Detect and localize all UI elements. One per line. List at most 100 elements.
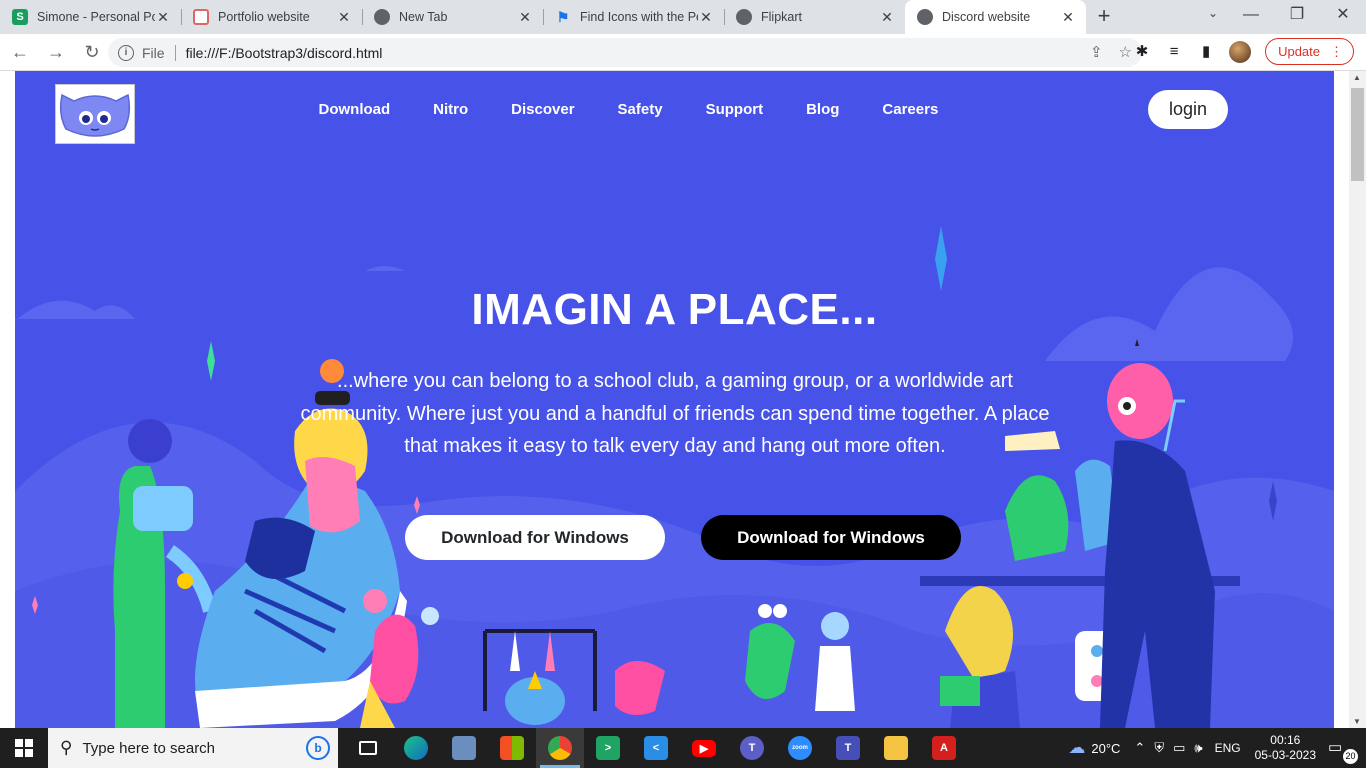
nav-safety[interactable]: Safety	[618, 101, 663, 118]
more-menu-icon[interactable]: ⋮	[1330, 44, 1343, 60]
acrobat-icon: A	[932, 736, 956, 760]
defender-icon[interactable]: ⛨	[1154, 740, 1164, 756]
update-button[interactable]: Update ⋮	[1265, 38, 1354, 65]
scroll-up-icon[interactable]: ▲	[1353, 73, 1361, 82]
file-explorer-button[interactable]	[872, 728, 920, 768]
clock[interactable]: 00:16 05-03-2023	[1255, 733, 1316, 763]
weather-widget[interactable]: ☁ 20°C	[1068, 738, 1120, 758]
notification-icon: ▭	[1328, 739, 1343, 756]
start-button[interactable]	[0, 728, 48, 768]
url-text[interactable]: file:///F:/Bootstrap3/discord.html	[186, 45, 383, 61]
download-windows-dark-button[interactable]: Download for Windows	[701, 515, 961, 560]
teams-button[interactable]: T	[728, 728, 776, 768]
nav-blog[interactable]: Blog	[806, 101, 839, 118]
vscode-icon: <	[644, 736, 668, 760]
share-icon[interactable]: ⇪	[1090, 43, 1103, 61]
discord-logo[interactable]	[55, 84, 135, 144]
info-icon[interactable]: i	[118, 44, 134, 61]
tab-title: Find Icons with the Pe	[580, 10, 698, 24]
nav-support[interactable]: Support	[706, 101, 764, 118]
vs-icon: >	[596, 736, 620, 760]
chrome-button[interactable]	[536, 728, 584, 768]
task-view-icon	[359, 741, 377, 755]
tab-find-icons[interactable]: ⚑ Find Icons with the Pe ✕	[543, 0, 724, 34]
close-icon[interactable]: ✕	[155, 9, 171, 25]
clock-date: 05-03-2023	[1254, 748, 1316, 762]
youtube-icon: ▶	[692, 739, 716, 757]
edge-button[interactable]	[392, 728, 440, 768]
address-bar[interactable]: i File file:///F:/Bootstrap3/discord.htm…	[108, 38, 1142, 67]
update-label: Update	[1278, 44, 1320, 59]
taskbar-search[interactable]: ⚲ Type here to search b	[48, 728, 338, 768]
restore-icon[interactable]: ❐	[1274, 0, 1320, 32]
close-icon[interactable]: ✕	[1060, 9, 1076, 25]
weather-temp: 20°C	[1091, 740, 1121, 756]
clock-time: 00:16	[1270, 733, 1301, 747]
minimize-icon[interactable]: —	[1228, 0, 1274, 32]
bookmark-star-icon[interactable]: ☆	[1119, 43, 1132, 61]
vscode-button[interactable]: <	[632, 728, 680, 768]
visual-studio-button[interactable]: >	[584, 728, 632, 768]
tab-flipkart[interactable]: Flipkart ✕	[724, 0, 905, 34]
login-button[interactable]: login	[1148, 90, 1228, 129]
chevron-up-icon[interactable]: ⌃	[1134, 740, 1145, 756]
forward-icon[interactable]: →	[40, 37, 72, 67]
window-controls: — ❐ ✕	[1228, 0, 1366, 32]
teams-icon: T	[740, 736, 764, 760]
teams-work-button[interactable]: T	[824, 728, 872, 768]
zoom-button[interactable]: zoom	[776, 728, 824, 768]
tab-new-tab[interactable]: New Tab ✕	[362, 0, 543, 34]
page-scrollbar[interactable]: ▲ ▼	[1349, 71, 1366, 728]
windows-taskbar: ⚲ Type here to search b > < ▶ T zoom T A…	[0, 728, 1366, 768]
close-window-icon[interactable]: ✕	[1320, 0, 1366, 32]
tab-title: Portfolio website	[218, 10, 310, 24]
download-windows-button[interactable]: Download for Windows	[405, 515, 665, 560]
explorer-icon	[884, 736, 908, 760]
language-indicator[interactable]: ENG	[1215, 741, 1241, 755]
back-icon[interactable]: ←	[4, 37, 36, 67]
file-icon	[452, 736, 476, 760]
new-tab-button[interactable]: +	[1086, 0, 1122, 34]
file-app-button[interactable]	[440, 728, 488, 768]
side-panel-icon[interactable]: ▮	[1197, 43, 1215, 61]
divider	[174, 44, 176, 61]
tab-title: Simone - Personal Por	[37, 10, 155, 24]
portfolio-icon	[193, 9, 209, 25]
close-icon[interactable]: ✕	[517, 9, 533, 25]
battery-icon[interactable]: ▭	[1173, 740, 1185, 756]
hero-section: Download Nitro Discover Safety Support B…	[15, 71, 1334, 728]
bing-icon[interactable]: b	[306, 736, 330, 760]
task-view-button[interactable]	[344, 728, 392, 768]
close-icon[interactable]: ✕	[698, 9, 714, 25]
nav-nitro[interactable]: Nitro	[433, 101, 468, 118]
tab-discord[interactable]: Discord website ✕	[905, 0, 1086, 34]
notification-count: 20	[1343, 749, 1358, 764]
extensions-icon[interactable]: ✱	[1133, 43, 1151, 61]
reload-icon[interactable]: ↻	[76, 37, 108, 67]
tab-simone[interactable]: S Simone - Personal Por ✕	[0, 0, 181, 34]
youtube-button[interactable]: ▶	[680, 728, 728, 768]
main-nav: Download Nitro Discover Safety Support B…	[297, 101, 960, 118]
tab-portfolio[interactable]: Portfolio website ✕	[181, 0, 362, 34]
profile-avatar[interactable]	[1229, 40, 1252, 63]
nav-download[interactable]: Download	[319, 101, 391, 118]
media-icon[interactable]: ≡	[1165, 43, 1183, 61]
nav-discover[interactable]: Discover	[511, 101, 574, 118]
windows-icon	[15, 739, 33, 757]
scheme-label: File	[142, 44, 165, 61]
close-icon[interactable]: ✕	[336, 9, 352, 25]
volume-icon[interactable]: 🕪	[1194, 740, 1202, 756]
tab-search-icon[interactable]: ⌄	[1208, 6, 1218, 20]
chrome-icon	[548, 736, 572, 760]
acrobat-button[interactable]: A	[920, 728, 968, 768]
scrollbar-thumb[interactable]	[1351, 88, 1364, 181]
scroll-down-icon[interactable]: ▼	[1353, 717, 1361, 726]
globe-icon	[736, 9, 752, 25]
store-button[interactable]	[488, 728, 536, 768]
close-icon[interactable]: ✕	[879, 9, 895, 25]
page-viewport: Download Nitro Discover Safety Support B…	[0, 71, 1366, 728]
store-icon	[500, 736, 524, 760]
notification-button[interactable]: ▭ 20	[1328, 738, 1358, 764]
edge-icon	[404, 736, 428, 760]
nav-careers[interactable]: Careers	[882, 101, 938, 118]
